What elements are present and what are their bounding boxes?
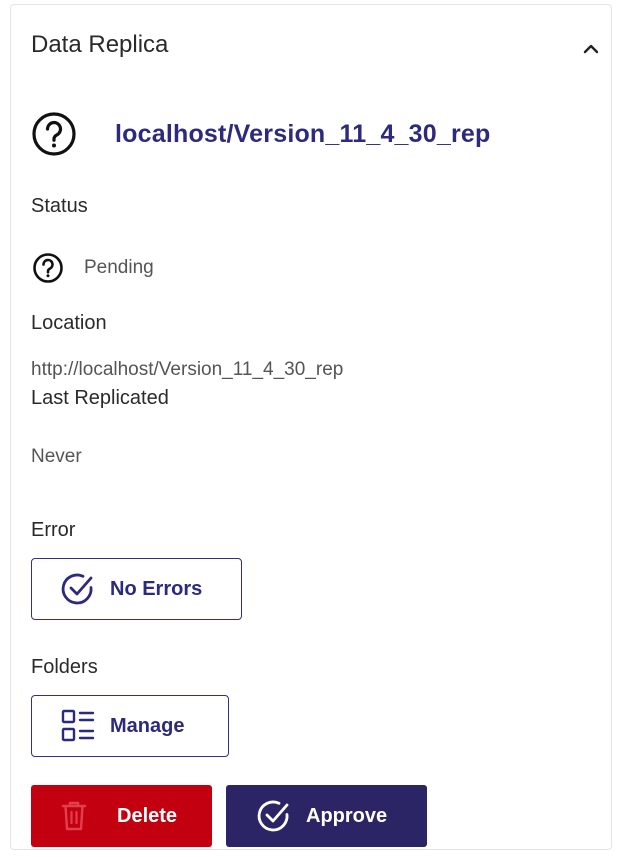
no-errors-button[interactable]: No Errors [31, 558, 242, 620]
location-value: http://localhost/Version_11_4_30_rep [31, 359, 344, 380]
location-label: Location [31, 312, 107, 334]
delete-button[interactable]: Delete [31, 785, 212, 847]
question-circle-icon [31, 111, 77, 157]
manage-folders-button[interactable]: Manage [31, 695, 229, 757]
delete-label: Delete [117, 804, 178, 827]
replica-name-link[interactable]: localhost/Version_11_4_30_rep [115, 120, 490, 149]
question-circle-icon [32, 252, 64, 284]
approve-label: Approve [306, 804, 388, 827]
panel-title: Data Replica [31, 31, 169, 58]
status-label: Status [31, 195, 88, 217]
chevron-up-icon [583, 44, 599, 54]
folders-label: Folders [31, 656, 98, 678]
manage-label: Manage [110, 714, 185, 737]
last-replicated-label: Last Replicated [31, 387, 169, 409]
last-replicated-value: Never [31, 446, 82, 467]
trash-icon [61, 800, 87, 832]
replica-header: localhost/Version_11_4_30_rep [31, 111, 490, 157]
approve-button[interactable]: Approve [226, 785, 427, 847]
data-replica-panel: Data Replica localhost/Version_11_4_30_r… [10, 4, 612, 850]
no-errors-label: No Errors [110, 577, 203, 600]
check-circle-icon [256, 798, 292, 834]
status-text: Pending [84, 257, 154, 278]
error-label: Error [31, 519, 76, 541]
status-value: Pending [32, 252, 154, 284]
collapse-button[interactable] [577, 35, 605, 63]
check-circle-icon [60, 571, 96, 607]
list-grid-icon [60, 708, 96, 744]
